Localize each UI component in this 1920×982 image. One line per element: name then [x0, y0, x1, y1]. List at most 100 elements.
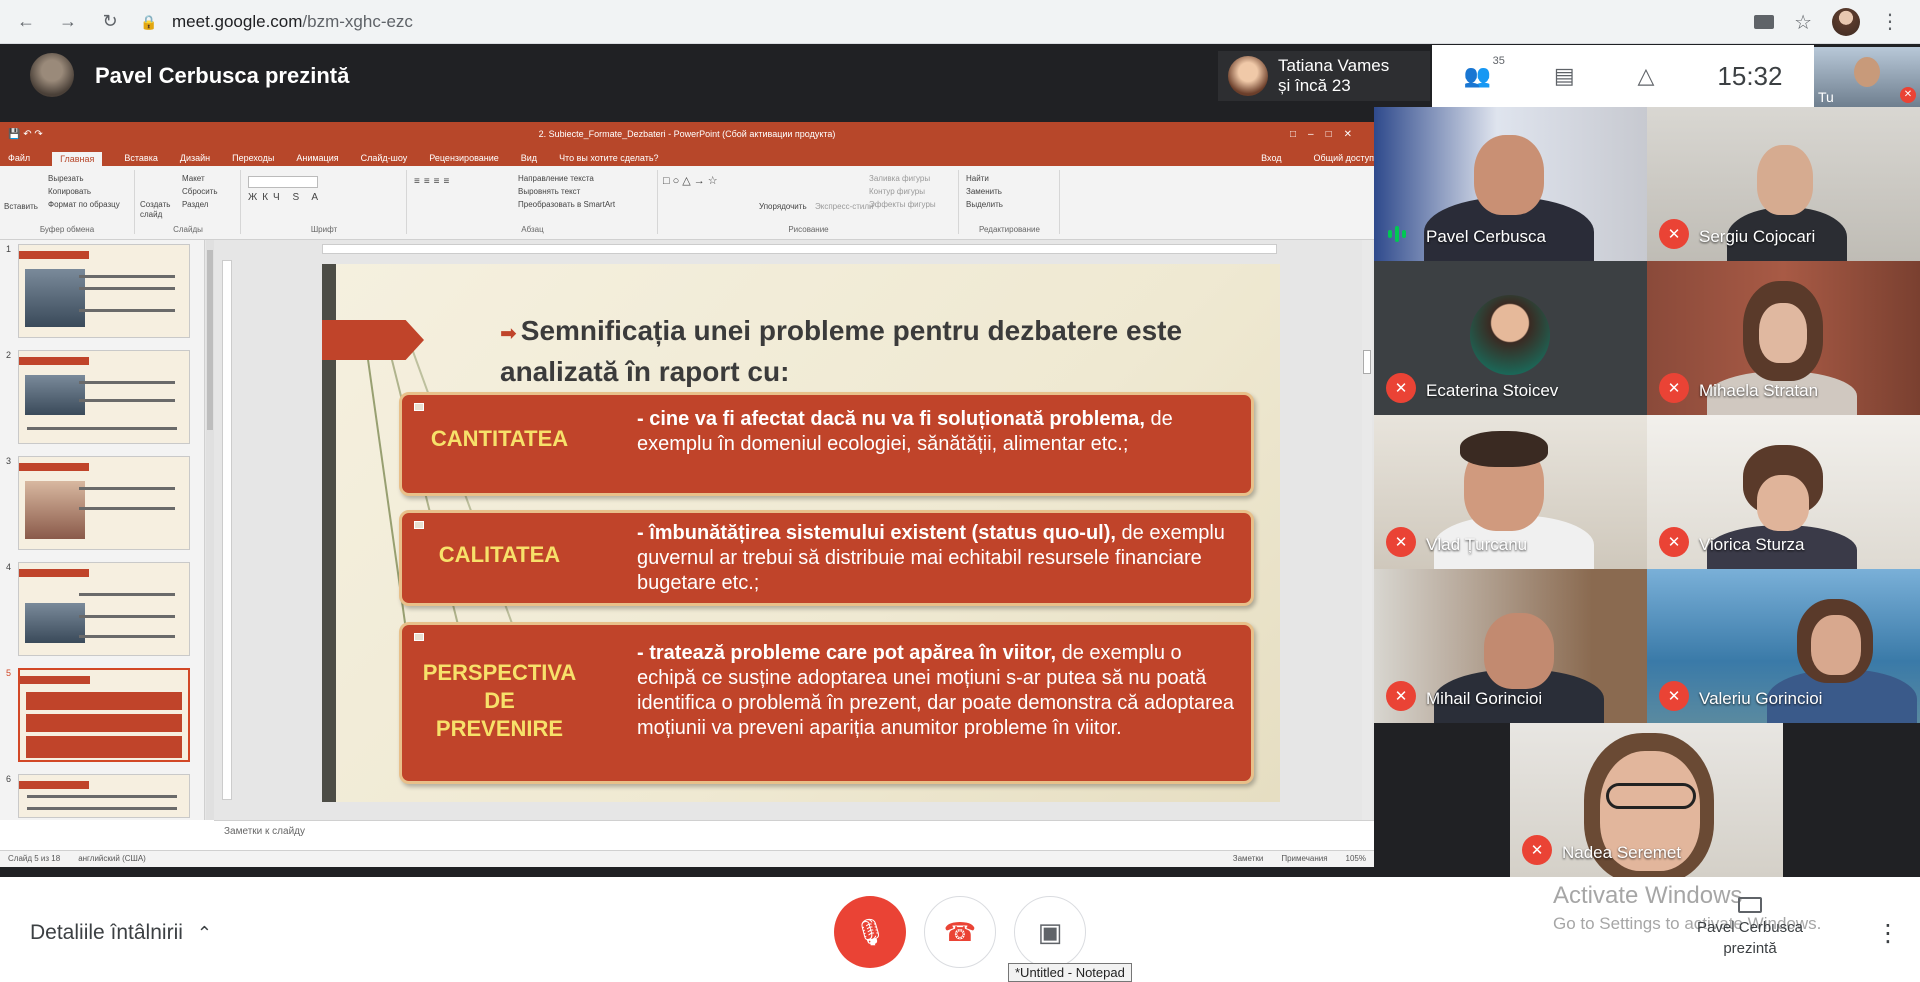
self-view-tile[interactable]: Tu ✕ [1814, 47, 1920, 107]
copy-button[interactable]: Копировать [48, 185, 120, 198]
language-indicator[interactable]: английский (США) [78, 854, 146, 864]
mic-toggle-button[interactable]: 🎙 [834, 896, 906, 968]
window-controls[interactable]: □–□✕ [1290, 129, 1364, 140]
tab-transitions[interactable]: Переходы [232, 153, 274, 166]
participant-tile[interactable]: ✕ Mihail Gorincioi [1374, 569, 1647, 723]
layout-button[interactable]: Макет [182, 172, 218, 185]
slide-scrollbar[interactable] [1362, 240, 1372, 820]
self-label: Tu [1818, 89, 1834, 105]
reset-button[interactable]: Сбросить [182, 185, 218, 198]
participant-video [1460, 431, 1548, 467]
url-host: meet.google.com [172, 12, 303, 31]
activities-icon[interactable]: △ [1638, 63, 1655, 89]
participant-tile[interactable]: Pavel Cerbusca [1374, 107, 1647, 261]
meeting-details-button[interactable]: Detaliile întâlnirii ⌃ [30, 921, 212, 945]
mic-off-icon: ✕ [1386, 527, 1416, 557]
thumb-text-line [79, 287, 175, 290]
slide-thumbnail-5-selected[interactable] [18, 668, 190, 762]
new-slide-button[interactable]: Создать слайд [140, 200, 178, 219]
reload-icon[interactable]: ↻ [94, 6, 126, 38]
thumb-band [20, 676, 90, 684]
camera-toggle-button[interactable]: ▣ [1014, 896, 1086, 968]
box-marker-icon [414, 403, 424, 411]
participant-tile[interactable]: ✕ Mihaela Stratan [1647, 261, 1920, 415]
tab-slideshow[interactable]: Слайд-шоу [361, 153, 408, 166]
comments-toggle[interactable]: Примечания [1281, 854, 1327, 864]
text-direction-button[interactable]: Направление текста [518, 172, 615, 185]
participant-tile[interactable]: ✕ Sergiu Cojocari [1647, 107, 1920, 261]
presenter-avatar [30, 53, 74, 97]
tab-insert[interactable]: Вставка [124, 153, 157, 166]
slide-thumbnail-4[interactable] [18, 562, 190, 656]
people-icon[interactable]: 👥 35 [1463, 55, 1504, 89]
slide-thumbnails: 1 2 3 4 5 6 [0, 240, 205, 820]
font-group-label: Шрифт [310, 225, 338, 234]
sign-in-link[interactable]: Вход [1261, 153, 1281, 166]
thumbnails-scrollbar[interactable] [206, 240, 214, 820]
participant-tile[interactable]: ✕ Valeriu Gorincioi [1647, 569, 1920, 723]
font-format-icons[interactable]: ЖКЧ S A [248, 192, 400, 203]
participant-tile[interactable]: ✕ Nadea Seremet [1510, 723, 1783, 877]
shapes-gallery[interactable]: □○△→☆ [663, 174, 721, 187]
url-path: /bzm-xghc-ezc [302, 12, 413, 31]
thumb-number: 2 [6, 350, 12, 360]
tell-me-search[interactable]: Что вы хотите сделать? [559, 153, 659, 166]
chat-icon[interactable]: ▤ [1554, 63, 1575, 89]
participant-tile[interactable]: ✕ Viorica Sturza [1647, 415, 1920, 569]
slide-box-perspectiva[interactable]: PERSPECTIVA DE PREVENIRE - tratează prob… [399, 622, 1254, 784]
tab-animation[interactable]: Анимация [296, 153, 338, 166]
mic-off-icon: ✕ [1900, 87, 1916, 103]
shape-effects-button[interactable]: Эффекты фигуры [869, 198, 936, 211]
quick-access-icons[interactable]: 💾 ↶ ↷ [8, 129, 43, 140]
box-label: CALITATEA [438, 542, 561, 567]
slide-thumbnail-6[interactable] [18, 774, 190, 818]
select-button[interactable]: Выделить [966, 198, 1053, 211]
slide-box-cantitatea[interactable]: CANTITATEA - cine va fi afectat dacă nu … [399, 392, 1254, 496]
notes-pane[interactable]: Заметки к слайду [214, 820, 1374, 842]
arrange-button[interactable]: Упорядочить [759, 200, 807, 213]
forward-icon[interactable]: → [52, 6, 84, 38]
slide-thumbnail-2[interactable] [18, 350, 190, 444]
slide-canvas[interactable]: ➡ Semnificația unei probleme pentru dezba… [322, 264, 1280, 802]
camera-blocked-icon[interactable] [1754, 15, 1775, 29]
quick-styles-button[interactable]: Экспресс-стили [815, 200, 874, 213]
smartart-button[interactable]: Преобразовать в SmartArt [518, 198, 615, 211]
tab-view[interactable]: Вид [521, 153, 537, 166]
format-painter-button[interactable]: Формат по образцу [48, 198, 120, 211]
find-button[interactable]: Найти [966, 172, 1053, 185]
more-options-icon[interactable]: ⋮ [1876, 922, 1900, 946]
notes-toggle[interactable]: Заметки [1233, 854, 1264, 864]
leave-call-button[interactable]: ☎ [924, 896, 996, 968]
zoom-level[interactable]: 105% [1346, 854, 1366, 864]
participant-tile[interactable]: ✕ Ecaterina Stoicev [1374, 261, 1647, 415]
thumb-photo [25, 481, 85, 539]
presenting-button[interactable]: Pavel Cerbusca prezintă [1690, 897, 1810, 959]
cut-button[interactable]: Вырезать [48, 172, 120, 185]
shape-outline-button[interactable]: Контур фигуры [869, 185, 936, 198]
slide-thumbnail-3[interactable] [18, 456, 190, 550]
slide-thumbnail-1[interactable] [18, 244, 190, 338]
shape-fill-button[interactable]: Заливка фигуры [869, 172, 936, 185]
tab-home[interactable]: Главная [52, 152, 103, 166]
paste-button[interactable]: Вставить [4, 200, 38, 213]
thumb-photo [25, 269, 85, 327]
hang-up-icon: ☎ [943, 916, 977, 947]
back-icon[interactable]: ← [10, 6, 42, 38]
replace-button[interactable]: Заменить [966, 185, 1053, 198]
tab-review[interactable]: Рецензирование [429, 153, 499, 166]
glasses-shape [1606, 783, 1696, 809]
profile-avatar[interactable] [1832, 8, 1860, 36]
slide-heading[interactable]: ➡ Semnificația unei probleme pentru dezba… [500, 312, 1260, 391]
font-name-box[interactable] [248, 176, 318, 188]
other-participants-chip[interactable]: Tatiana Vames și încă 23 [1218, 51, 1430, 101]
section-button[interactable]: Раздел [182, 198, 218, 211]
browser-menu-icon[interactable]: ⋮ [1880, 12, 1900, 32]
align-text-button[interactable]: Выровнять текст [518, 185, 615, 198]
tab-design[interactable]: Дизайн [180, 153, 210, 166]
share-button[interactable]: Общий доступ [1314, 153, 1374, 166]
participant-tile[interactable]: ✕ Vlad Țurcanu [1374, 415, 1647, 569]
slide-box-calitatea[interactable]: CALITATEA - îmbunătățirea sistemului exi… [399, 510, 1254, 606]
bookmark-star-icon[interactable]: ☆ [1794, 10, 1812, 35]
address-bar[interactable]: 🔒 meet.google.com /bzm-xghc-ezc [140, 6, 1740, 38]
tab-file[interactable]: Файл [8, 153, 30, 166]
